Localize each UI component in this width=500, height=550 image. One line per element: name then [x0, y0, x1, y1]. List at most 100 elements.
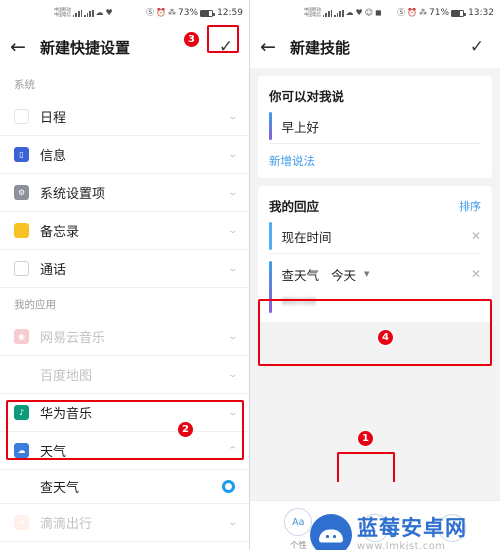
blurred-placeholder-text: [281, 297, 316, 305]
toolbar-item-personality[interactable]: Aa 个性: [284, 508, 313, 550]
toolbar-label: 个性: [289, 541, 307, 550]
mute-icon: Ⓢ: [146, 8, 155, 17]
list-item-memo[interactable]: 备忘录 ⌄: [0, 212, 249, 250]
chevron-down-icon[interactable]: ⌄: [228, 518, 239, 528]
check-icon[interactable]: ✓: [213, 38, 239, 56]
bluetooth-icon: ⁂: [168, 8, 177, 17]
response-text: 查天气: [281, 267, 320, 283]
settings-gear-icon: ⚙: [14, 185, 29, 200]
right-status-bar: 中国移动 中国电信 ☁ ♥ ☺ ◼ Ⓢ ⏰ ⁂ 71% 13:32: [250, 0, 500, 26]
message-icon: ▯: [14, 147, 29, 162]
response-item-check-weather[interactable]: 查天气 今天 ▼ ✕: [269, 261, 481, 313]
huawei-music-icon: ♪: [14, 405, 29, 420]
toolbar-item-right[interactable]: [437, 514, 466, 545]
back-arrow-icon[interactable]: ←: [260, 37, 284, 57]
list-item-calls[interactable]: ☎ 通话 ⌄: [0, 250, 249, 288]
list-item-system-settings[interactable]: ⚙ 系统设置项 ⌄: [0, 174, 249, 212]
chevron-down-icon[interactable]: ⌄: [228, 332, 239, 342]
group-title-system: 系统: [0, 68, 249, 98]
list-item-weather[interactable]: ☁ 天气 ⌃: [0, 432, 249, 470]
left-status-indicators: Ⓢ ⏰ ⁂ 73% 12:59: [146, 8, 243, 18]
wifi-icon: ☁: [345, 8, 354, 17]
close-icon[interactable]: ✕: [471, 267, 481, 281]
alarm-icon: ⏰: [407, 8, 418, 17]
list-item-label: 日程: [40, 111, 67, 126]
battery-icon: [451, 9, 466, 17]
accent-bar: [269, 112, 272, 140]
battery-percent: 71%: [429, 8, 450, 18]
list-item-label: 系统设置项: [40, 187, 106, 202]
right-status-carriers: 中国移动 中国电信 ☁ ♥ ☺ ◼: [256, 8, 382, 18]
my-response-card: 我的回应 排序 现在时间 ✕ 查天气 今天 ▼ ✕: [258, 186, 492, 322]
right-circle-icon[interactable]: [437, 514, 466, 542]
check-icon[interactable]: ✓: [464, 38, 490, 56]
signal-bars-1-icon: [322, 9, 333, 17]
list-item-huawei-music[interactable]: ♪ 华为音乐 ⌄: [0, 394, 249, 432]
vpn-shield-icon: ♥: [105, 8, 113, 17]
phone-call-icon: ☎: [14, 261, 29, 276]
list-item-label: 网易云音乐: [40, 331, 106, 346]
marker-badge-1: 1: [357, 430, 374, 447]
back-arrow-icon[interactable]: ←: [10, 37, 34, 57]
middle-circle-icon[interactable]: [360, 514, 389, 542]
accent-bar: [269, 222, 272, 250]
bluetooth-icon: ⁂: [419, 8, 428, 17]
list-item-didi[interactable]: ⚭ 滴滴出行 ⌄: [0, 504, 249, 542]
sort-link[interactable]: 排序: [459, 198, 481, 214]
chevron-down-icon[interactable]: ⌄: [228, 226, 239, 236]
response-option[interactable]: 今天: [331, 265, 356, 284]
list-item-health[interactable]: ♡ 运动健康 ⌄: [0, 542, 249, 550]
list-item-netease-music[interactable]: ◉ 网易云音乐 ⌄: [0, 318, 249, 356]
signal-bars-2-icon: [334, 9, 344, 17]
chat-bubble-icon: ◼: [375, 8, 382, 17]
font-size-aa-icon[interactable]: Aa: [284, 508, 313, 536]
marker-badge-4: 4: [377, 329, 394, 346]
battery-icon: [200, 9, 215, 17]
chevron-down-icon[interactable]: ▼: [364, 270, 369, 278]
marker-badge-2: 2: [177, 421, 194, 438]
sub-item-label: 查天气: [40, 481, 80, 496]
wifi-icon: ☁: [95, 8, 104, 17]
chevron-down-icon[interactable]: ⌄: [228, 150, 239, 160]
response-body: 查天气 今天 ▼ ✕: [281, 261, 482, 313]
say-to-me-card: 你可以对我说 早上好 新增说法: [258, 76, 492, 178]
chevron-down-icon[interactable]: ⌄: [228, 370, 239, 380]
toolbar-item-middle[interactable]: [360, 514, 389, 545]
radio-selected-icon[interactable]: [222, 480, 235, 493]
chevron-down-icon[interactable]: ⌄: [228, 264, 239, 274]
list-item-label: 备忘录: [40, 225, 80, 240]
list-item-schedule[interactable]: 30 日程 ⌄: [0, 98, 249, 136]
response-head: 查天气 今天 ▼ ✕: [282, 261, 482, 287]
right-phone-screen: 中国移动 中国电信 ☁ ♥ ☺ ◼ Ⓢ ⏰ ⁂ 71% 13:32 ← 新建技能…: [250, 0, 500, 550]
chevron-down-icon[interactable]: ⌄: [228, 408, 239, 418]
chevron-down-icon[interactable]: ⌄: [228, 112, 239, 122]
list-item-label: 通话: [40, 263, 67, 278]
list-item-baidu-map[interactable]: ⚲ 百度地图 ⌄: [0, 356, 249, 394]
right-status-indicators: Ⓢ ⏰ ⁂ 71% 13:32: [397, 8, 494, 18]
carrier-stack: 中国移动 中国电信: [54, 8, 71, 18]
chevron-up-icon[interactable]: ⌃: [228, 446, 239, 456]
clock: 13:32: [468, 8, 494, 18]
sub-item-check-weather[interactable]: 查天气: [0, 470, 249, 504]
didi-icon: ⚭: [14, 515, 29, 530]
list-item-label: 信息: [40, 149, 67, 164]
close-icon[interactable]: ✕: [465, 229, 481, 243]
signal-bars-1-icon: [72, 9, 83, 17]
left-list-scroll[interactable]: 系统 30 日程 ⌄ ▯ 信息 ⌄ ⚙ 系统设置项 ⌄ 备忘录 ⌄ ☎ 通话 ⌄…: [0, 68, 249, 550]
vpn-shield-icon: ♥: [355, 8, 363, 17]
response-item-current-time[interactable]: 现在时间 ✕: [269, 222, 481, 254]
page-title: 新建技能: [290, 38, 351, 57]
chevron-down-icon[interactable]: ⌄: [228, 188, 239, 198]
carrier-2: 中国电信: [304, 13, 321, 18]
mute-icon: Ⓢ: [397, 8, 406, 17]
group-title-my-apps: 我的应用: [0, 288, 249, 318]
phrase-entry[interactable]: 早上好: [269, 112, 481, 144]
carrier-2: 中国电信: [54, 13, 71, 18]
alarm-icon: ⏰: [156, 8, 167, 17]
add-phrase-link[interactable]: 新增说法: [269, 153, 315, 169]
left-phone-screen: 中国移动 中国电信 ☁ ♥ Ⓢ ⏰ ⁂ 73% 12:59 ← 新建快捷设置 ✓: [0, 0, 250, 550]
list-item-label: 华为音乐: [40, 407, 93, 422]
person-icon: ☺: [364, 8, 374, 17]
memo-icon: [14, 223, 29, 238]
list-item-messages[interactable]: ▯ 信息 ⌄: [0, 136, 249, 174]
